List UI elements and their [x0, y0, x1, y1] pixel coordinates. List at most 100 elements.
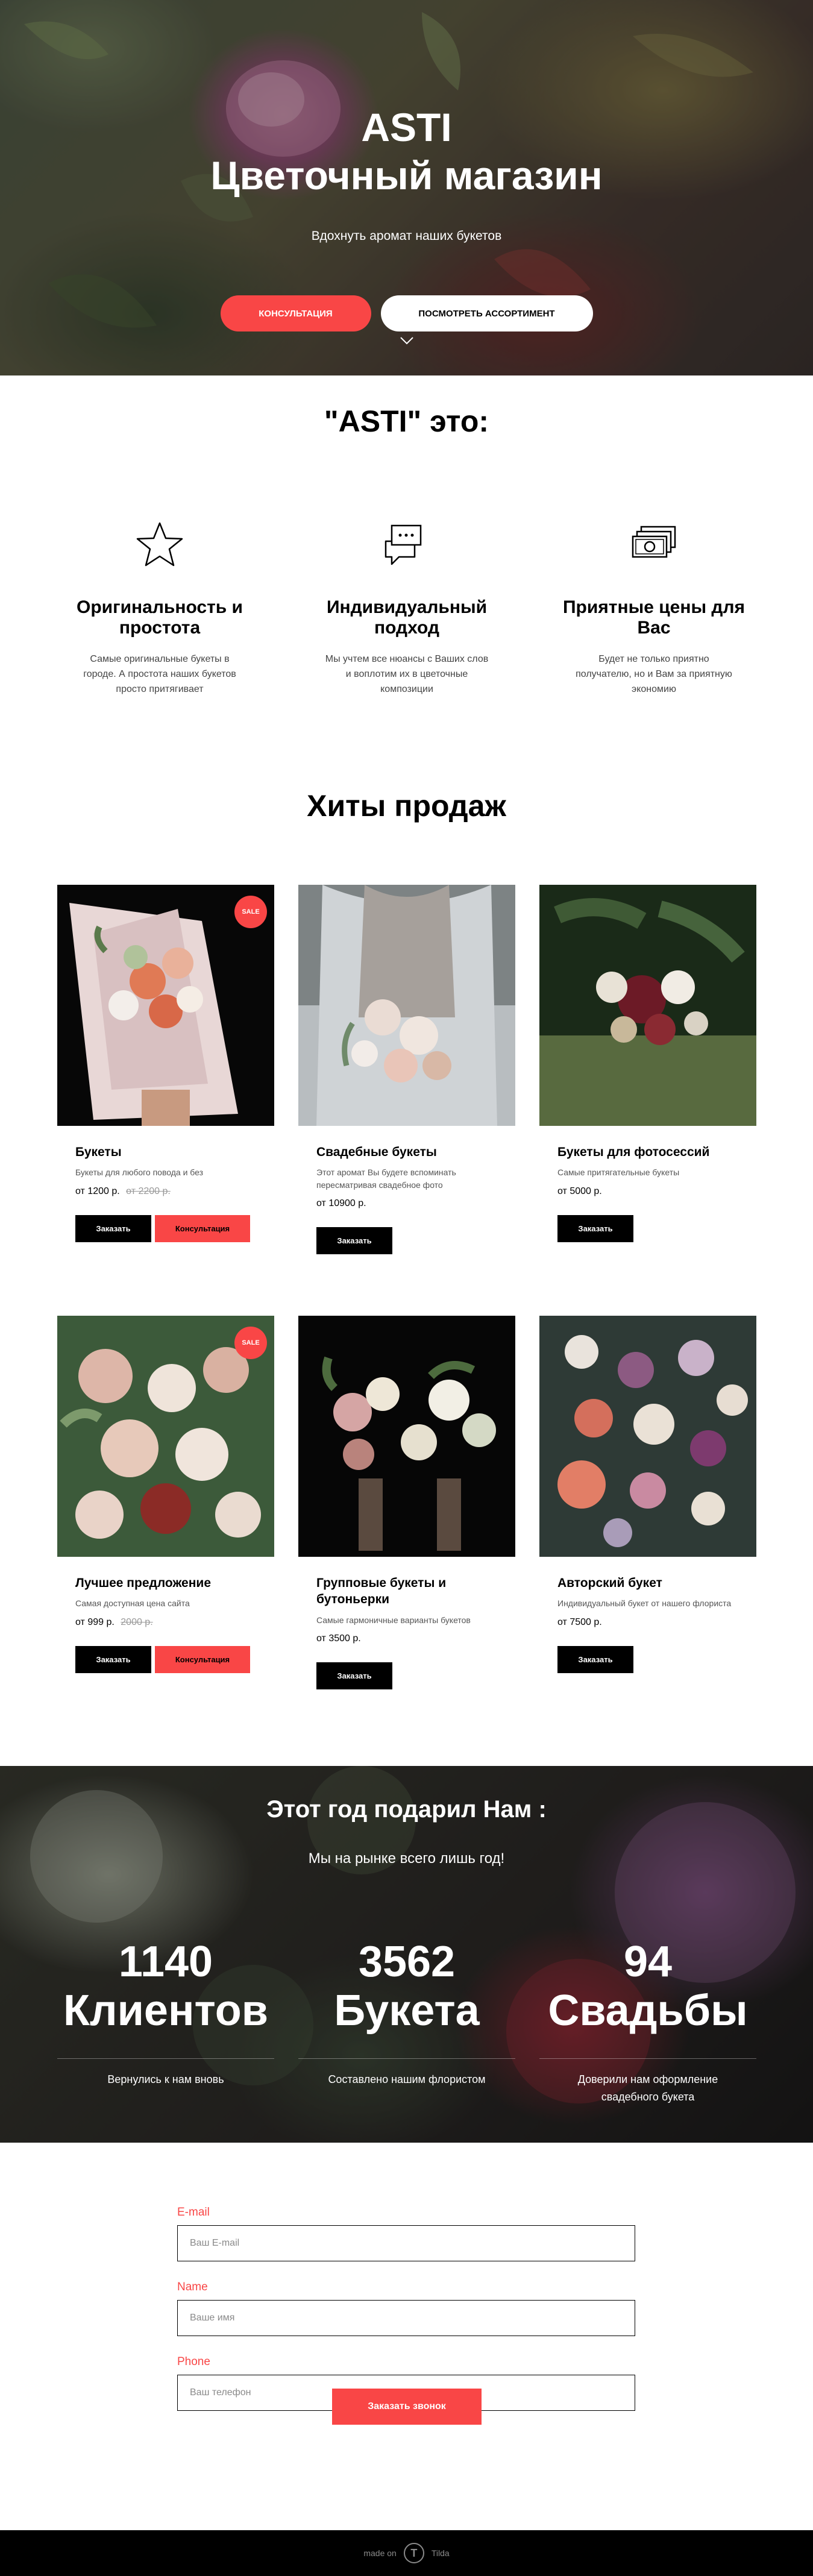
stat-divider	[57, 2058, 274, 2059]
price-current: от 7500 р.	[557, 1616, 602, 1627]
stats-title: Этот год подарил Нам :	[266, 1796, 547, 1823]
price-current: от 5000 р.	[557, 1186, 602, 1196]
consultation-button[interactable]: Консультация	[155, 1645, 250, 1673]
product-image[interactable]	[539, 1316, 756, 1557]
order-button[interactable]: Заказать	[316, 1662, 392, 1689]
product-description: Букеты для любого повода и без	[75, 1167, 204, 1178]
feature-title: Оригинальность и простота	[77, 597, 243, 638]
product-title[interactable]: Букеты для фотосессий	[557, 1144, 738, 1160]
order-button[interactable]: Заказать	[316, 1227, 392, 1254]
product-description: Самые притягательные букеты	[557, 1167, 680, 1178]
feature-item: Приятные цены для Вас Будет не только пр…	[551, 518, 756, 697]
email-field[interactable]	[177, 2225, 635, 2261]
feature-item: Индивидуальный подход Мы учтем все нюанс…	[304, 518, 509, 697]
product-title[interactable]: Групповые букеты и бутоньерки	[316, 1575, 497, 1608]
hero-title: ASTI	[361, 105, 452, 149]
product-description: Самые гармоничные варианты букетов	[316, 1615, 471, 1625]
money-icon	[632, 526, 676, 558]
order-button[interactable]: Заказать	[557, 1645, 633, 1673]
product-card: Авторский букет Индивидуальный букет от …	[539, 1316, 756, 1673]
product-title[interactable]: Свадебные букеты	[316, 1144, 497, 1160]
product-image[interactable]	[539, 885, 756, 1126]
product-price: от 10900 р.	[316, 1198, 497, 1209]
about-title: "ASTI" это:	[324, 404, 489, 438]
order-button[interactable]: Заказать	[557, 1214, 633, 1242]
product-card: Букеты для фотосессий Самые притягательн…	[539, 885, 756, 1242]
feature-text: Будет не только приятно получателю, но и…	[576, 654, 732, 694]
product-image[interactable]	[298, 885, 515, 1126]
email-label: E-mail	[177, 2206, 210, 2219]
phone-label: Phone	[177, 2355, 210, 2368]
price-current: от 3500 р.	[316, 1633, 361, 1644]
stat-text: Вернулись к нам вновь	[107, 2073, 224, 2086]
hero-buttons: КОНСУЛЬТАЦИЯ ПОСМОТРЕТЬ АССОРТИМЕНТ	[0, 295, 813, 331]
sale-badge: SALE	[234, 1327, 267, 1359]
feature-text: Самые оригинальные букеты в городе. А пр…	[83, 654, 236, 694]
product-image[interactable]	[298, 1316, 515, 1557]
price-current: от 999 р.	[75, 1616, 115, 1627]
product-title[interactable]: Авторский букет	[557, 1575, 738, 1591]
made-on-text: made on	[363, 2548, 397, 2558]
feature-text: Мы учтем все нюансы с Ваших слов и вопло…	[325, 654, 489, 694]
stat-divider	[539, 2058, 756, 2059]
view-catalog-button[interactable]: ПОСМОТРЕТЬ АССОРТИМЕНТ	[380, 295, 593, 331]
hero-description: Вдохнуть аромат наших букетов	[311, 229, 502, 243]
product-title[interactable]: Букеты	[75, 1144, 256, 1160]
tilda-logo-icon[interactable]: T	[403, 2543, 424, 2563]
price-current: от 1200 р.	[75, 1186, 120, 1196]
tilda-brand-link[interactable]: Tilda	[432, 2548, 450, 2558]
product-buttons: Заказать Консультация	[75, 1645, 256, 1673]
product-card: SALE Лучшее предложение Самая доступная …	[57, 1316, 274, 1673]
stat-item: 94 Свадьбы Доверили нам оформление сваде…	[527, 1938, 768, 2106]
product-buttons: Заказать	[316, 1227, 497, 1254]
stat-label: Свадьбы	[548, 1986, 748, 2035]
hero-section: ASTI Цветочный магазин Вдохнуть аромат н…	[0, 0, 813, 375]
product-price: от 999 р. 2000 р.	[75, 1617, 256, 1628]
product-buttons: Заказать	[316, 1662, 497, 1689]
consultation-button[interactable]: КОНСУЛЬТАЦИЯ	[220, 295, 371, 331]
hero-subtitle: Цветочный магазин	[210, 153, 603, 198]
stat-divider	[298, 2058, 515, 2059]
product-image[interactable]: SALE	[57, 885, 274, 1126]
product-price: от 3500 р.	[316, 1633, 497, 1644]
stat-number: 1140	[118, 1938, 213, 1986]
feature-title: Приятные цены для Вас	[562, 597, 746, 638]
product-description: Самая доступная цена сайта	[75, 1598, 190, 1609]
order-button[interactable]: Заказать	[75, 1645, 151, 1673]
request-call-button[interactable]: Заказать звонок	[332, 2389, 482, 2425]
price-old: от 2200 р.	[126, 1186, 171, 1196]
chevron-down-icon[interactable]	[399, 333, 415, 348]
bestsellers-title: Хиты продаж	[307, 789, 506, 823]
order-button[interactable]: Заказать	[75, 1214, 151, 1242]
name-field[interactable]	[177, 2300, 635, 2336]
stat-label: Клиентов	[63, 1986, 269, 2035]
product-card: Свадебные букеты Этот аромат Вы будете в…	[298, 885, 515, 1254]
stat-item: 1140 Клиентов Вернулись к нам вновь	[45, 1938, 286, 2088]
footer: made on T Tilda	[0, 2530, 813, 2576]
consultation-button[interactable]: Консультация	[155, 1214, 250, 1242]
stat-item: 3562 Букета Составлено нашим флористом	[286, 1938, 527, 2088]
product-card: SALE Букеты Букеты для любого повода и б…	[57, 885, 274, 1242]
feature-title: Индивидуальный подход	[326, 597, 488, 638]
product-buttons: Заказать	[557, 1645, 738, 1673]
product-description: Этот аромат Вы будете вспоминать пересма…	[316, 1167, 456, 1190]
product-card: Групповые букеты и бутоньерки Самые гарм…	[298, 1316, 515, 1689]
stats-section: Этот год подарил Нам : Мы на рынке всего…	[0, 1766, 813, 2143]
product-title[interactable]: Лучшее предложение	[75, 1575, 256, 1591]
product-price: от 7500 р.	[557, 1617, 738, 1628]
stat-text: Составлено нашим флористом	[328, 2073, 486, 2086]
product-image[interactable]: SALE	[57, 1316, 274, 1557]
feature-item: Оригинальность и простота Самые оригинал…	[57, 518, 262, 697]
product-buttons: Заказать Консультация	[75, 1214, 256, 1242]
price-current: от 10900 р.	[316, 1198, 366, 1208]
chat-icon	[385, 524, 422, 565]
stat-text: Доверили нам оформление свадебного букет…	[577, 2073, 718, 2103]
stat-number: 3562	[358, 1938, 456, 1986]
star-icon	[136, 522, 183, 567]
sale-badge: SALE	[234, 896, 267, 928]
name-label: Name	[177, 2281, 208, 2293]
stats-subtitle: Мы на рынке всего лишь год!	[308, 1850, 505, 1867]
stat-label: Букета	[334, 1986, 480, 2035]
stat-number: 94	[623, 1938, 673, 1986]
product-description: Индивидуальный букет от нашего флориста	[557, 1598, 732, 1609]
